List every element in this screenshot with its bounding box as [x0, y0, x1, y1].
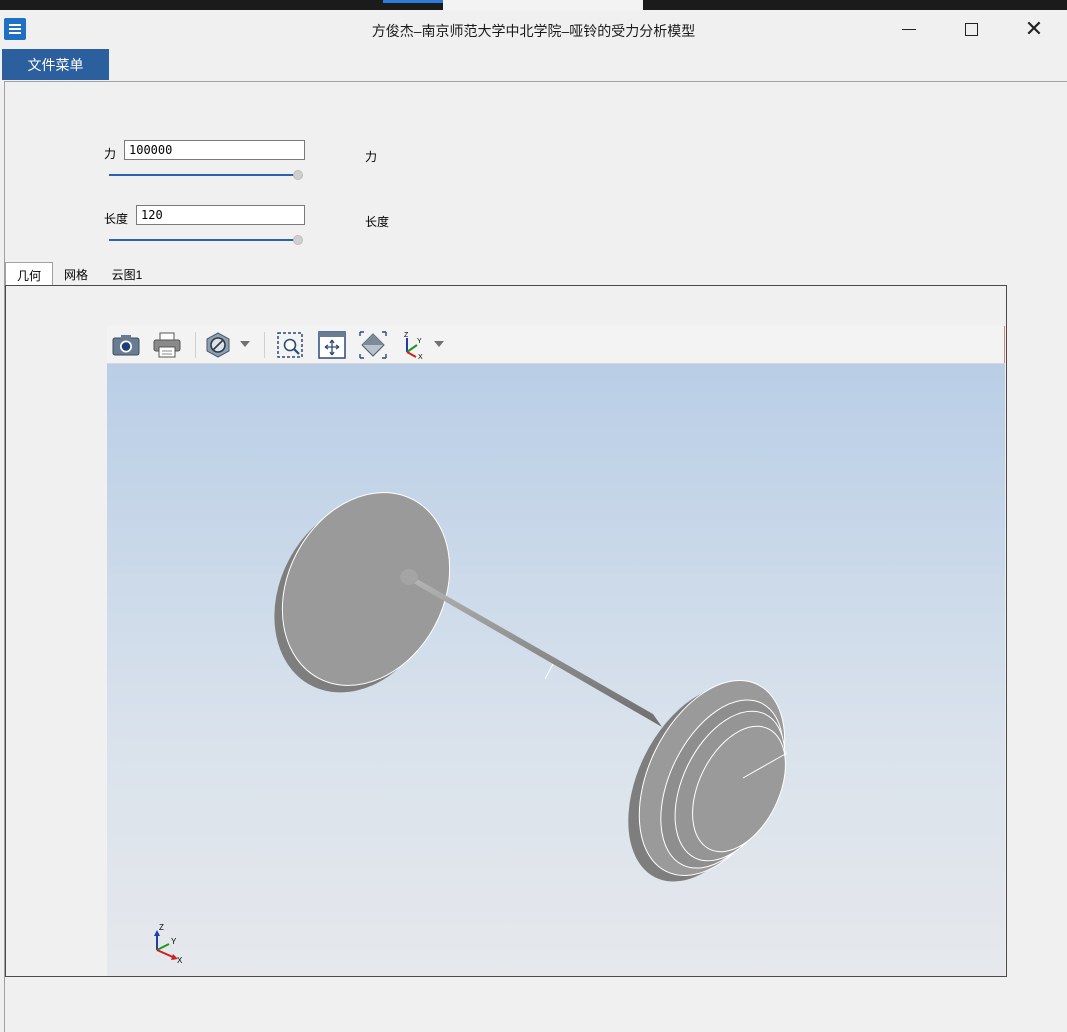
force-slider-thumb[interactable]: [293, 170, 303, 180]
force-slider[interactable]: [109, 169, 305, 181]
tab-geometry[interactable]: 几何: [5, 262, 53, 287]
iso-view-button[interactable]: [358, 330, 388, 360]
zoom-box-button[interactable]: [275, 330, 305, 360]
axis-x-label: X: [177, 956, 183, 965]
force-label: 力: [104, 147, 117, 161]
close-button[interactable]: ✕: [1003, 10, 1065, 48]
clip-plane-icon: [206, 332, 230, 358]
axes-orientation-button[interactable]: Z Y X: [399, 330, 429, 360]
length-input[interactable]: [136, 205, 305, 225]
axes-orientation-icon: Z Y X: [404, 332, 423, 360]
fit-view-button[interactable]: [317, 330, 347, 360]
maximize-icon: [964, 22, 978, 36]
screenshot-button[interactable]: [111, 330, 141, 360]
axis-y-label: Y: [171, 937, 177, 946]
length-side-label: 长度: [365, 215, 390, 229]
panel-border-top: [4, 81, 1067, 82]
top-strip: [0, 0, 1067, 10]
zoom-box-icon: [277, 332, 303, 358]
viewport-canvas[interactable]: Z Y X: [107, 364, 1005, 976]
minimize-icon: [902, 28, 916, 30]
close-icon: ✕: [1024, 16, 1044, 41]
axis-z-label: Z: [159, 923, 164, 932]
dumbbell-model: Z Y X: [154, 492, 788, 965]
iso-view-icon: [359, 331, 387, 359]
print-icon: [153, 332, 181, 358]
clip-plane-button[interactable]: [203, 330, 233, 360]
minimize-button[interactable]: [878, 10, 940, 48]
axis-triad: Z Y X: [154, 923, 183, 965]
title-bar: 方俊杰–南京师范大学中北学院–哑铃的受力分析模型 ✕: [0, 10, 1067, 48]
menu-bar: 文件菜单: [0, 48, 1067, 81]
svg-text:Y: Y: [417, 338, 422, 345]
force-side-label: 力: [365, 150, 378, 164]
force-input[interactable]: [124, 140, 305, 160]
maximize-button[interactable]: [940, 10, 1002, 48]
svg-text:Z: Z: [404, 332, 409, 339]
3d-viewer: Z Y X Z Y X: [107, 326, 1005, 976]
print-button[interactable]: [152, 330, 182, 360]
length-slider[interactable]: [109, 234, 305, 246]
axes-dropdown-caret[interactable]: [434, 341, 444, 347]
tab-mesh[interactable]: 网格: [56, 262, 96, 286]
viewer-toolbar: Z Y X: [107, 326, 1005, 364]
camera-icon: [112, 335, 140, 356]
fit-view-icon: [318, 331, 346, 359]
length-label: 长度: [104, 212, 129, 226]
file-menu-button[interactable]: 文件菜单: [2, 49, 109, 80]
svg-text:X: X: [418, 354, 423, 360]
tab-contour[interactable]: 云图1: [105, 262, 149, 286]
clip-dropdown-caret[interactable]: [240, 341, 250, 347]
length-slider-thumb[interactable]: [293, 235, 303, 245]
